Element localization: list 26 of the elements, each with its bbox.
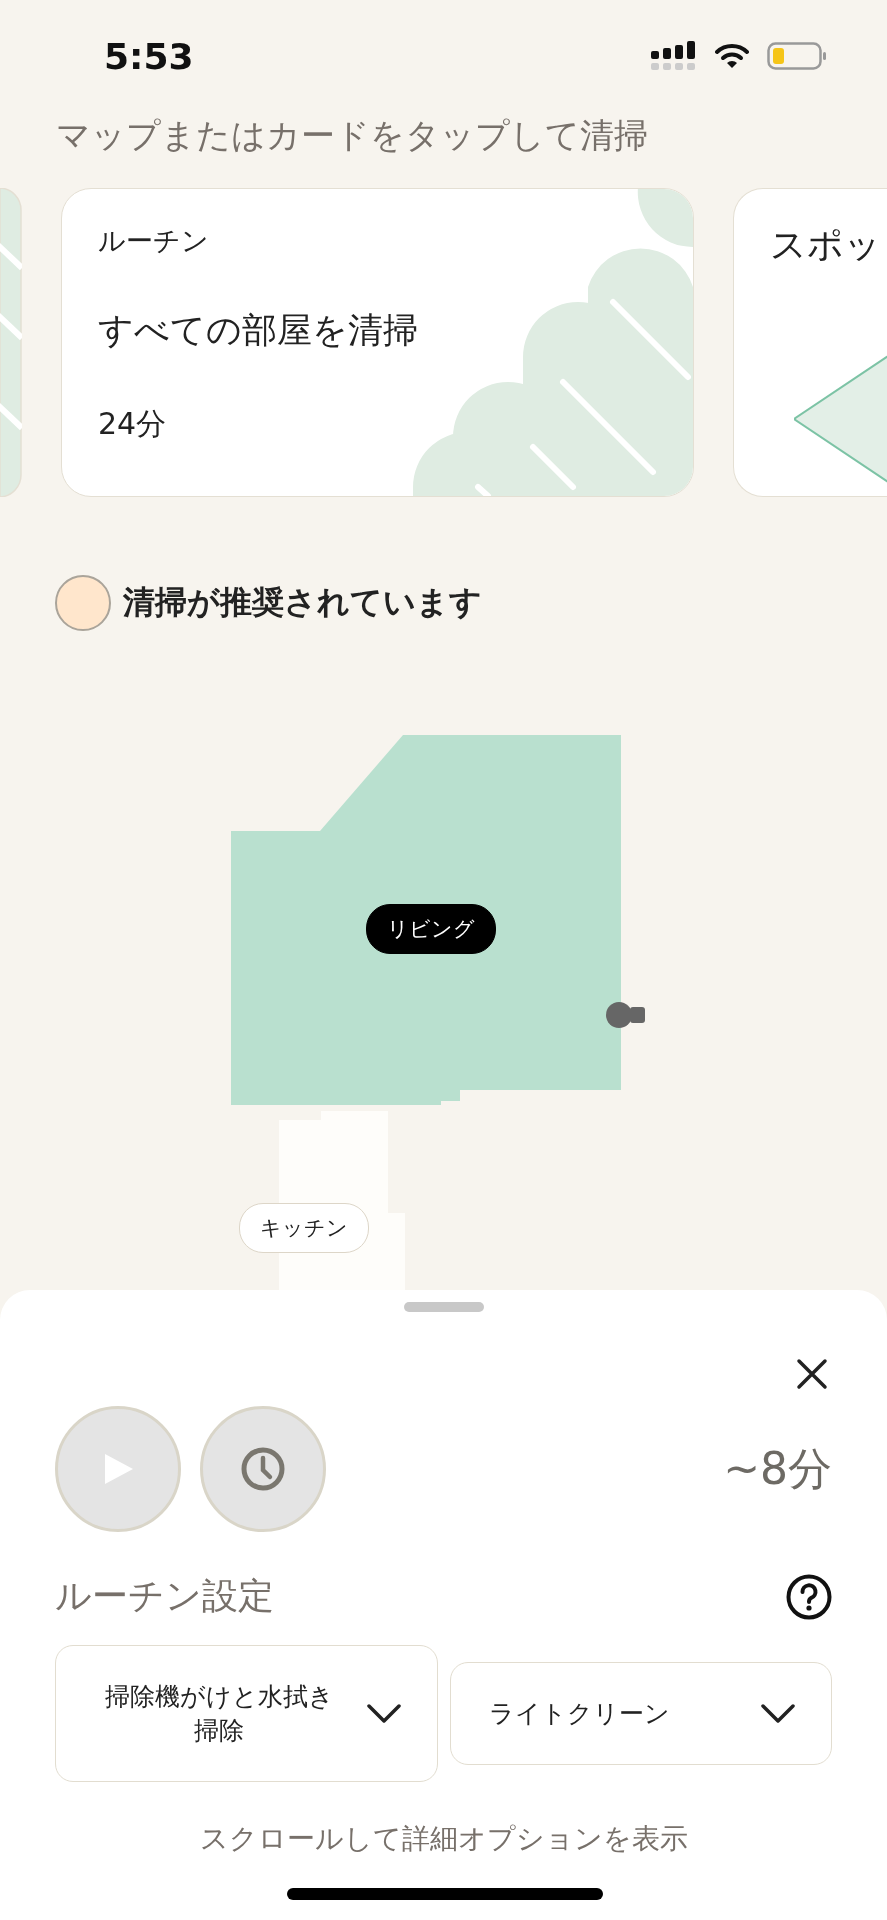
card-category: ルーチン (98, 224, 209, 258)
routine-card[interactable]: ルーチン すべての部屋を清掃 24分 (61, 188, 694, 497)
battery-icon (767, 42, 827, 70)
chevron-down-icon (761, 1703, 795, 1724)
mode-dropdown[interactable]: ライトクリーン (449, 1662, 832, 1765)
wifi-icon (715, 43, 749, 69)
room-label[interactable]: キッチン (239, 1203, 369, 1253)
room-area[interactable] (231, 735, 621, 1105)
mode-dropdown[interactable]: 掃除機がけと水拭き掃除 (55, 1645, 438, 1782)
card-duration: 24分 (98, 405, 167, 443)
routine-card[interactable]: スポッ (733, 188, 887, 497)
help-button[interactable] (786, 1573, 832, 1620)
robot-dock-icon (606, 1002, 645, 1028)
clock-icon (240, 1446, 286, 1492)
section-title: ルーチン設定 (55, 1574, 274, 1618)
time-estimate: ~8分 (723, 1441, 832, 1496)
scroll-hint: スクロールして詳細オプションを表示 (198, 1821, 689, 1857)
instruction-text: マップまたはカードをタップして清掃 (55, 114, 649, 157)
card-category: スポッ (770, 223, 881, 267)
chevron-down-icon (366, 1703, 401, 1724)
card-title: すべての部屋を清掃 (98, 309, 418, 352)
signal-icon (651, 41, 697, 71)
status-time: 5:53 (104, 35, 194, 77)
sheet-handle[interactable] (403, 1302, 484, 1312)
legend-label: 清掃が推奨されています (123, 582, 482, 623)
room-label[interactable]: リビング (366, 904, 496, 954)
